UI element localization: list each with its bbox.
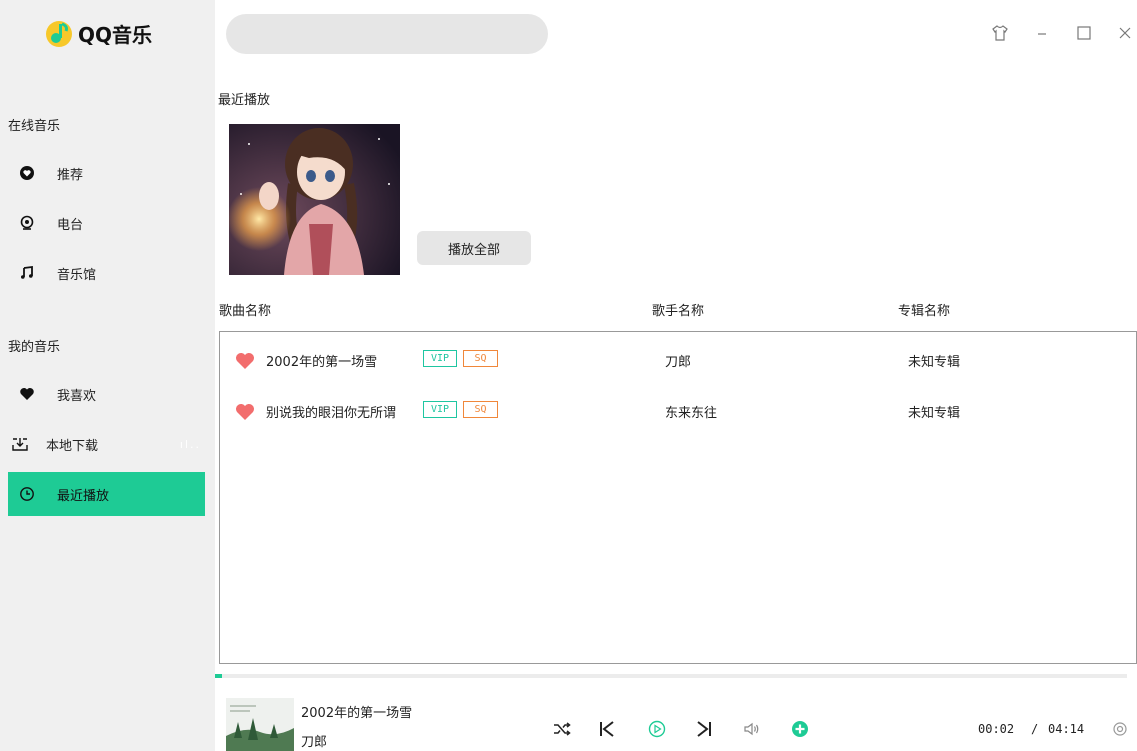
download-icon — [10, 434, 30, 454]
sidebar-item-recommend[interactable]: 推荐 — [8, 151, 205, 195]
sidebar-item-label: 我喜欢 — [57, 388, 97, 404]
sidebar-item-radio[interactable]: 电台 — [8, 201, 205, 245]
sq-badge: SQ — [463, 350, 498, 367]
maximize-icon[interactable] — [1073, 22, 1095, 44]
playlist-cover-image[interactable] — [229, 124, 400, 275]
section-title-online: 在线音乐 — [8, 119, 61, 134]
column-header-song[interactable]: 歌曲名称 — [219, 300, 271, 319]
song-list: 2002年的第一场雪 VIP SQ 刀郎 未知专辑 别说我的眼泪你无所谓 VIP… — [219, 331, 1137, 664]
song-artist: 东来东往 — [665, 406, 718, 421]
time-separator: / — [1031, 722, 1039, 736]
section-title-mine: 我的音乐 — [8, 340, 61, 355]
heart-icon — [17, 384, 37, 404]
song-album: 未知专辑 — [908, 406, 961, 421]
table-row[interactable]: 2002年的第一场雪 VIP SQ 刀郎 未知专辑 — [220, 340, 1136, 380]
playlist-menu-icon[interactable] — [1108, 717, 1132, 741]
play-all-button[interactable]: 播放全部 — [417, 231, 531, 265]
sidebar-item-label: 电台 — [57, 217, 84, 233]
search-input[interactable] — [226, 14, 548, 54]
now-playing-cover[interactable] — [226, 698, 294, 751]
song-title: 别说我的眼泪你无所谓 — [266, 406, 397, 421]
sidebar-item-label: 推荐 — [57, 167, 84, 183]
page-title: 最近播放 — [218, 93, 271, 108]
next-track-icon[interactable] — [692, 717, 716, 741]
sidebar-item-recent[interactable]: 最近播放 — [8, 472, 205, 516]
shuffle-icon[interactable] — [550, 717, 574, 741]
song-artist: 刀郎 — [665, 355, 692, 370]
now-playing-title: 2002年的第一场雪 — [301, 706, 413, 721]
heart-circle-icon — [17, 163, 37, 183]
heart-icon[interactable] — [235, 403, 255, 424]
heart-icon[interactable] — [235, 352, 255, 373]
table-row[interactable]: 别说我的眼泪你无所谓 VIP SQ 东来东往 未知专辑 — [220, 391, 1136, 431]
app-logo: QQ音乐 — [44, 18, 152, 48]
volume-icon[interactable] — [740, 717, 764, 741]
now-playing-artist: 刀郎 — [301, 735, 328, 750]
music-note-icon — [17, 263, 37, 283]
current-time: 00:02 — [978, 722, 1015, 736]
skin-shirt-icon[interactable] — [989, 22, 1011, 44]
previous-track-icon[interactable] — [595, 717, 619, 741]
playback-progress-bar[interactable] — [215, 674, 1127, 678]
sq-badge: SQ — [463, 401, 498, 418]
total-time: 04:14 — [1048, 722, 1085, 736]
sidebar-item-label: 本地下载 — [46, 438, 99, 454]
column-header-album[interactable]: 专辑名称 — [898, 300, 950, 319]
add-to-playlist-icon[interactable] — [788, 717, 812, 741]
vip-badge: VIP — [423, 401, 457, 418]
close-icon[interactable] — [1114, 22, 1136, 44]
download-badge: ıl.. — [179, 437, 201, 451]
sidebar-item-label: 最近播放 — [57, 488, 110, 504]
sidebar: QQ音乐 在线音乐 推荐 电台 音乐馆 我的音乐 我喜欢 本地下载 ıl.. 最… — [0, 0, 215, 751]
sidebar-item-music-hall[interactable]: 音乐馆 — [8, 251, 205, 295]
vip-badge: VIP — [423, 350, 457, 367]
sidebar-item-label: 音乐馆 — [57, 267, 97, 283]
clock-icon — [17, 484, 37, 504]
sidebar-item-downloads[interactable]: 本地下载 ıl.. — [8, 422, 205, 466]
qq-music-logo-icon — [44, 18, 74, 48]
radio-icon — [17, 213, 37, 233]
minimize-icon[interactable] — [1031, 22, 1053, 44]
sidebar-item-favorites[interactable]: 我喜欢 — [8, 372, 205, 416]
column-header-artist[interactable]: 歌手名称 — [652, 300, 704, 319]
app-name: QQ音乐 — [78, 22, 153, 47]
song-album: 未知专辑 — [908, 355, 961, 370]
play-icon[interactable] — [645, 717, 669, 741]
playback-progress-fill — [215, 674, 223, 678]
song-title: 2002年的第一场雪 — [266, 355, 378, 370]
